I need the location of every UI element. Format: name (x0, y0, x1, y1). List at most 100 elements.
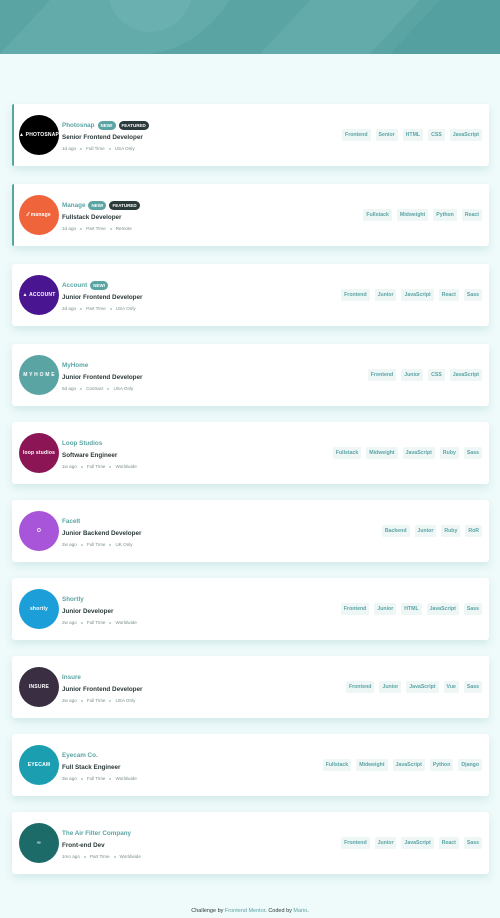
company-name[interactable]: Manage (62, 202, 85, 209)
filter-tag[interactable]: Ruby (439, 447, 459, 459)
featured-badge: FEATURED (118, 120, 149, 130)
separator-dot (109, 699, 112, 702)
company-name[interactable]: FaceIt (62, 518, 80, 525)
filter-tag[interactable]: Frontend (345, 681, 375, 693)
filter-tag[interactable]: HTML (402, 129, 424, 141)
filter-tag[interactable]: Python (433, 209, 457, 221)
author-link[interactable]: Mario (293, 908, 307, 914)
footer-middle: . Coded by (265, 908, 294, 914)
filter-tag[interactable]: Fullstack (363, 209, 392, 221)
filter-tag[interactable]: Junior (414, 525, 437, 537)
filter-tag[interactable]: CSS (428, 129, 445, 141)
logo-text: O (36, 528, 42, 534)
filter-tag[interactable]: Junior (374, 603, 397, 615)
job-card[interactable]: ▲ PHOTOSNAP Photosnap NEW! FEATURED Senior F… (12, 104, 489, 166)
job-tags: Frontend Junior JavaScript React Sass (341, 837, 482, 849)
filter-tag[interactable]: Junior (379, 681, 402, 693)
filter-tag[interactable]: React (438, 837, 459, 849)
job-position[interactable]: Junior Frontend Developer (62, 374, 142, 381)
filter-tag[interactable]: Django (458, 759, 482, 771)
job-position[interactable]: Junior Developer (62, 608, 137, 615)
filter-tag[interactable]: Midweight (356, 759, 388, 771)
job-card[interactable]: INSURE Insure Junior Frontend Developer 2w … (12, 656, 489, 718)
posted-at: 2w ago (62, 620, 77, 625)
footer-suffix: . (307, 908, 309, 914)
filter-tag[interactable]: Junior (374, 289, 397, 301)
filter-tag[interactable]: JavaScript (449, 369, 482, 381)
filter-tag[interactable]: Midweight (366, 447, 398, 459)
filter-tag[interactable]: Junior (401, 369, 424, 381)
filter-tag[interactable]: Sass (463, 447, 482, 459)
company-name[interactable]: Loop Studios (62, 440, 102, 447)
job-position[interactable]: Front-end Dev (62, 842, 141, 849)
filter-tag[interactable]: JavaScript (406, 681, 439, 693)
company-name[interactable]: The Air Filter Company (62, 830, 131, 837)
new-badge: NEW! (88, 200, 107, 210)
job-position[interactable]: Software Engineer (62, 452, 137, 459)
separator-dot (80, 699, 83, 702)
filter-tag[interactable]: Sass (463, 289, 482, 301)
filter-tag[interactable]: JavaScript (426, 603, 459, 615)
job-card[interactable]: ⁄⁄ manage Manage NEW! FEATURED Fullstack Dev… (12, 184, 489, 246)
filter-tag[interactable]: Ruby (441, 525, 461, 537)
company-name[interactable]: Eyecam Co. (62, 752, 98, 759)
filter-tag[interactable]: Fullstack (332, 447, 362, 459)
job-position[interactable]: Junior Backend Developer (62, 530, 141, 537)
filter-tag[interactable]: JavaScript (401, 289, 434, 301)
filter-tag[interactable]: Junior (374, 837, 397, 849)
company-logo: ⁄⁄ manage (19, 195, 59, 235)
company-logo: ∞ (19, 823, 59, 863)
filter-tag[interactable]: JavaScript (392, 759, 425, 771)
filter-tag[interactable]: Python (429, 759, 454, 771)
job-card[interactable]: shortly Shortly Junior Developer 2w ago Full… (12, 578, 489, 640)
filter-tag[interactable]: JavaScript (401, 837, 434, 849)
filter-tag[interactable]: Frontend (340, 603, 370, 615)
filter-tag[interactable]: CSS (428, 369, 445, 381)
filter-tag[interactable]: Frontend (342, 129, 371, 141)
job-card[interactable]: ▲ ACCOUNT Account NEW! Junior Frontend Deve… (12, 264, 489, 326)
job-position[interactable]: Fullstack Developer (62, 214, 140, 221)
company-name[interactable]: Account (62, 282, 87, 289)
company-name[interactable]: Insure (62, 674, 81, 681)
filter-tag[interactable]: JavaScript (402, 447, 435, 459)
company-name[interactable]: Photosnap (62, 122, 95, 129)
separator-dot (80, 543, 83, 546)
job-tags: Fullstack Midweight Python React (363, 209, 482, 221)
job-tags: Frontend Senior HTML CSS JavaScript (342, 129, 482, 141)
filter-tag[interactable]: Frontend (341, 837, 370, 849)
job-tags: Frontend Junior HTML JavaScript Sass (340, 603, 482, 615)
filter-tag[interactable]: Fullstack (322, 759, 352, 771)
filter-tag[interactable]: Senior (375, 129, 398, 141)
job-position[interactable]: Full Stack Engineer (62, 764, 137, 771)
job-card[interactable]: ∞ The Air Filter Company Front-end Dev 1mo … (12, 812, 489, 874)
filter-tag[interactable]: RoR (465, 525, 482, 537)
filter-tag[interactable]: Sass (463, 837, 482, 849)
filter-tag[interactable]: Sass (463, 681, 482, 693)
filter-tag[interactable]: HTML (401, 603, 422, 615)
job-card[interactable]: EYECAM Eyecam Co. Full Stack Engineer 3w ag… (12, 734, 489, 796)
filter-tag[interactable]: Sass (463, 603, 482, 615)
company-name[interactable]: Shortly (62, 596, 84, 603)
filter-tag[interactable]: Frontend (341, 289, 370, 301)
separator-dot (80, 147, 83, 150)
job-card[interactable]: M Y H O M E MyHome Junior Frontend Develop… (12, 344, 489, 406)
separator-dot (83, 855, 86, 858)
logo-text: ▲ ACCOUNT (22, 292, 56, 298)
job-tags: Fullstack Midweight JavaScript Python Django (322, 759, 482, 771)
company-name[interactable]: MyHome (62, 362, 88, 369)
job-position[interactable]: Junior Frontend Developer (62, 294, 142, 301)
separator-dot (109, 227, 112, 230)
filter-tag[interactable]: Frontend (367, 369, 397, 381)
job-card[interactable]: O FaceIt Junior Backend Developer 2w ago Ful… (12, 500, 489, 562)
filter-tag[interactable]: Midweight (396, 209, 429, 221)
filter-tag[interactable]: JavaScript (449, 129, 482, 141)
job-position[interactable]: Junior Frontend Developer (62, 686, 142, 693)
job-position[interactable]: Senior Frontend Developer (62, 134, 149, 141)
filter-tag[interactable]: Vue (443, 681, 459, 693)
filter-tag[interactable]: React (438, 289, 459, 301)
contract-type: Full Time (86, 146, 105, 151)
frontend-mentor-link[interactable]: Frontend Mentor (225, 908, 265, 914)
filter-tag[interactable]: Backend (381, 525, 410, 537)
job-card[interactable]: loop studios Loop Studios Software Enginee… (12, 422, 489, 484)
filter-tag[interactable]: React (461, 209, 482, 221)
